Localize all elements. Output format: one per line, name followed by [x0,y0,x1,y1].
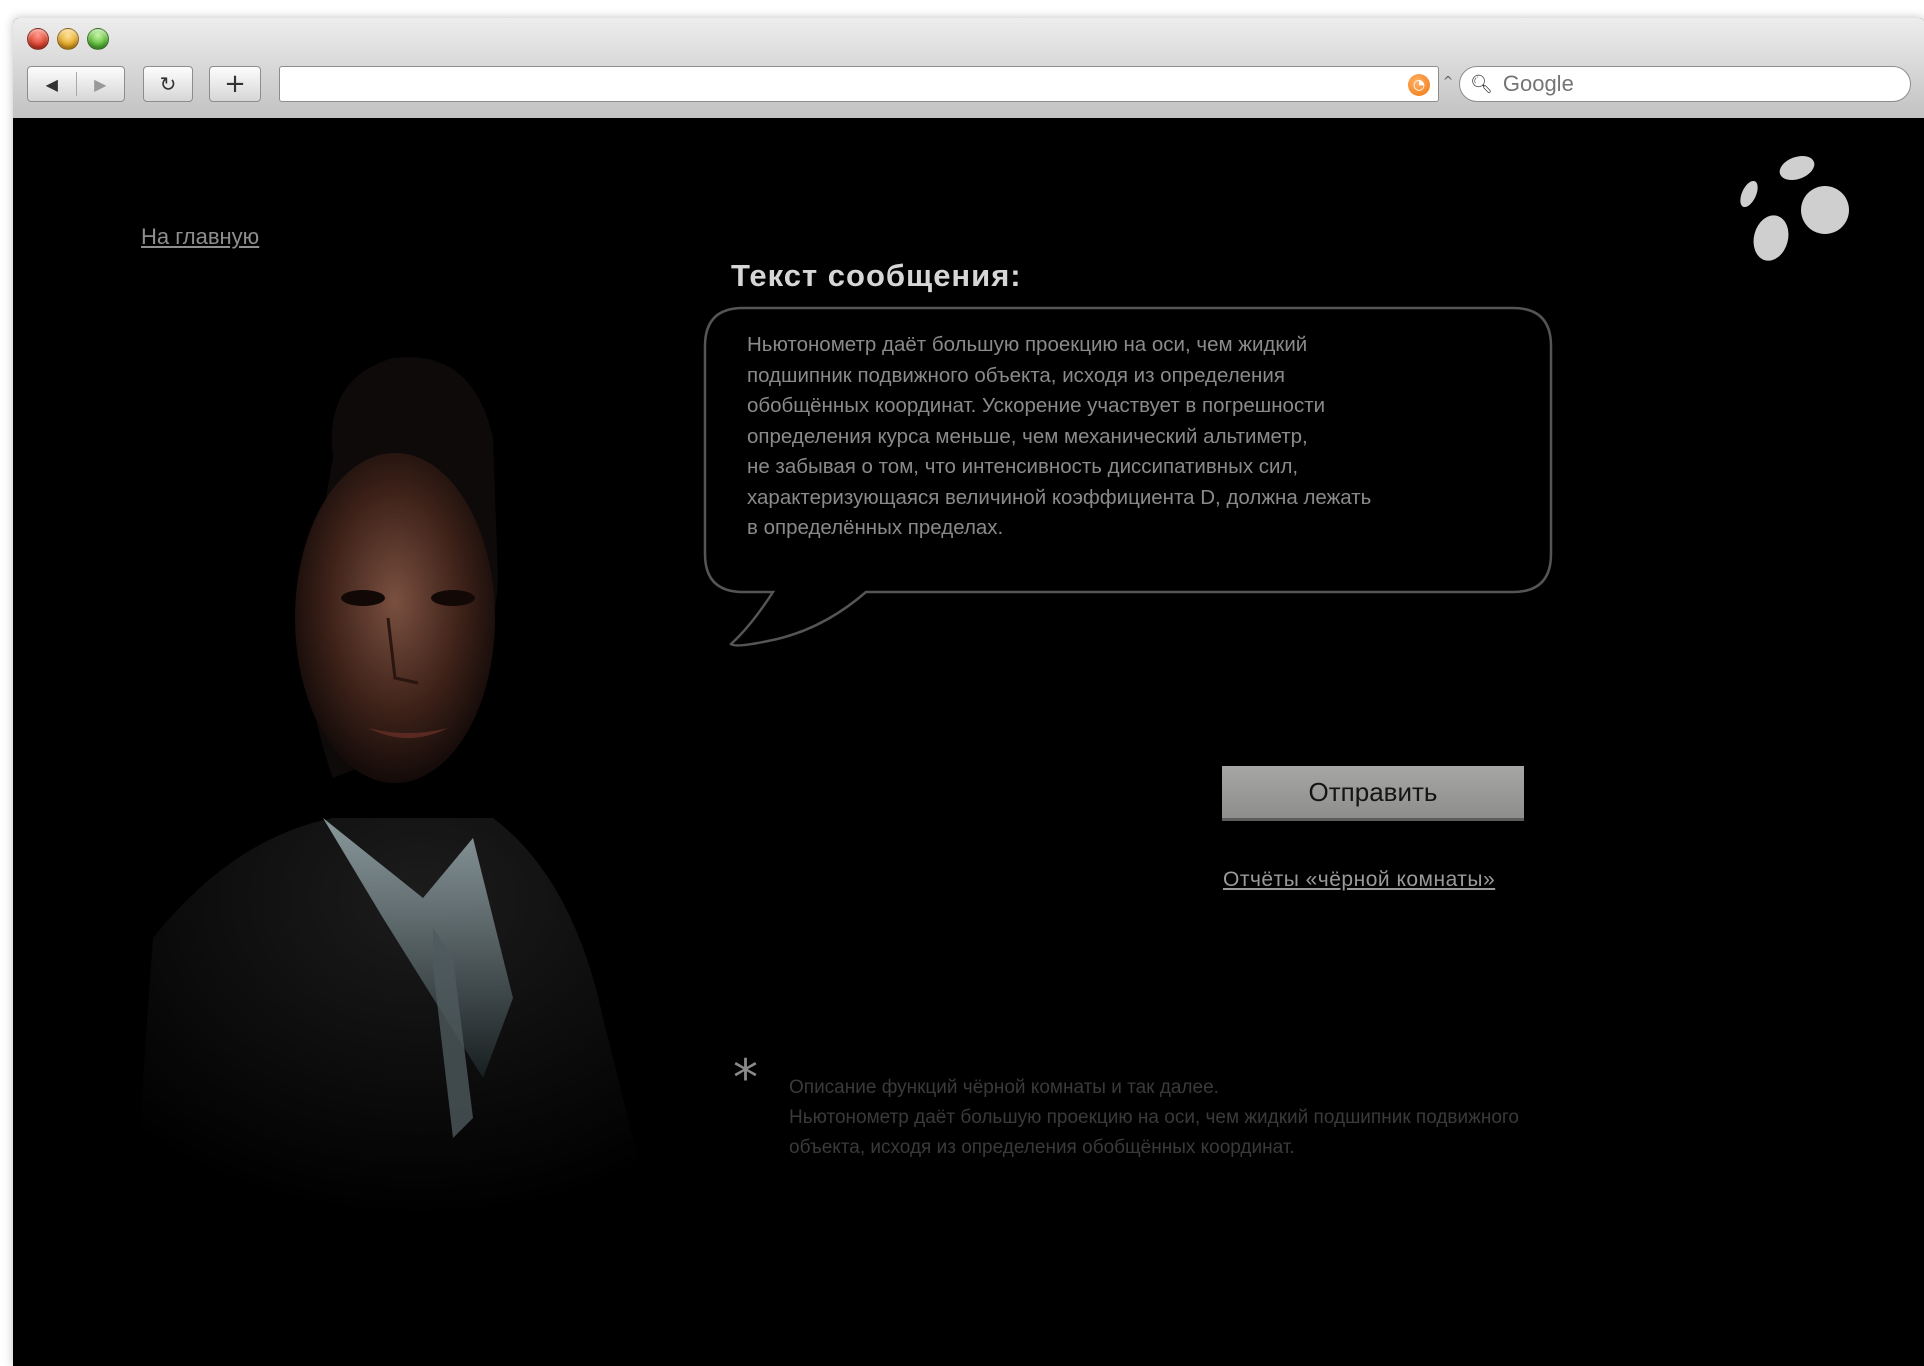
address-bar[interactable]: ◔ [279,66,1439,102]
back-button[interactable]: ◀ [28,75,76,94]
add-bookmark-button[interactable]: + [209,66,261,102]
search-field[interactable]: 🔍︎ [1459,66,1911,102]
message-title: Текст сообщения: [731,258,1022,293]
search-input[interactable] [1500,70,1865,98]
man-portrait-image [133,357,653,1218]
reload-button[interactable]: ↻ [143,66,193,102]
send-button[interactable]: Отправить [1222,766,1524,821]
logo-icon [1740,155,1849,261]
search-icon[interactable]: 🔍︎ [1470,74,1493,95]
forward-button[interactable]: ▶ [77,75,125,94]
snapback-caret-icon[interactable]: ^ [1443,74,1453,88]
browser-toolbar: ◀ ▶ ↻ + ◔ ^ 🔍︎ [13,18,1924,119]
close-window-button[interactable] [27,28,49,50]
browser-window: ◀ ▶ ↻ + ◔ ^ 🔍︎ На главную [13,18,1924,1366]
minimize-window-button[interactable] [57,28,79,50]
description-note: Описание функций чёрной комнаты и так да… [789,1073,1549,1163]
back-forward-group: ◀ ▶ [27,66,125,102]
note-line: Ньютонометр даёт большую проекцию на оси… [789,1107,1519,1158]
page-content: На главную Текст сообщения: Ньютонометр … [13,118,1924,1366]
asterisk-icon: * [733,1049,758,1107]
window-controls [27,28,109,50]
message-textarea[interactable]: Ньютонометр даёт большую проекцию на оси… [747,330,1507,544]
reports-link[interactable]: Отчёты «чёрной комнаты» [1223,868,1495,892]
home-link[interactable]: На главную [141,224,259,250]
rss-icon[interactable]: ◔ [1408,74,1430,96]
note-line: Описание функций чёрной комнаты и так да… [789,1077,1219,1098]
zoom-window-button[interactable] [87,28,109,50]
